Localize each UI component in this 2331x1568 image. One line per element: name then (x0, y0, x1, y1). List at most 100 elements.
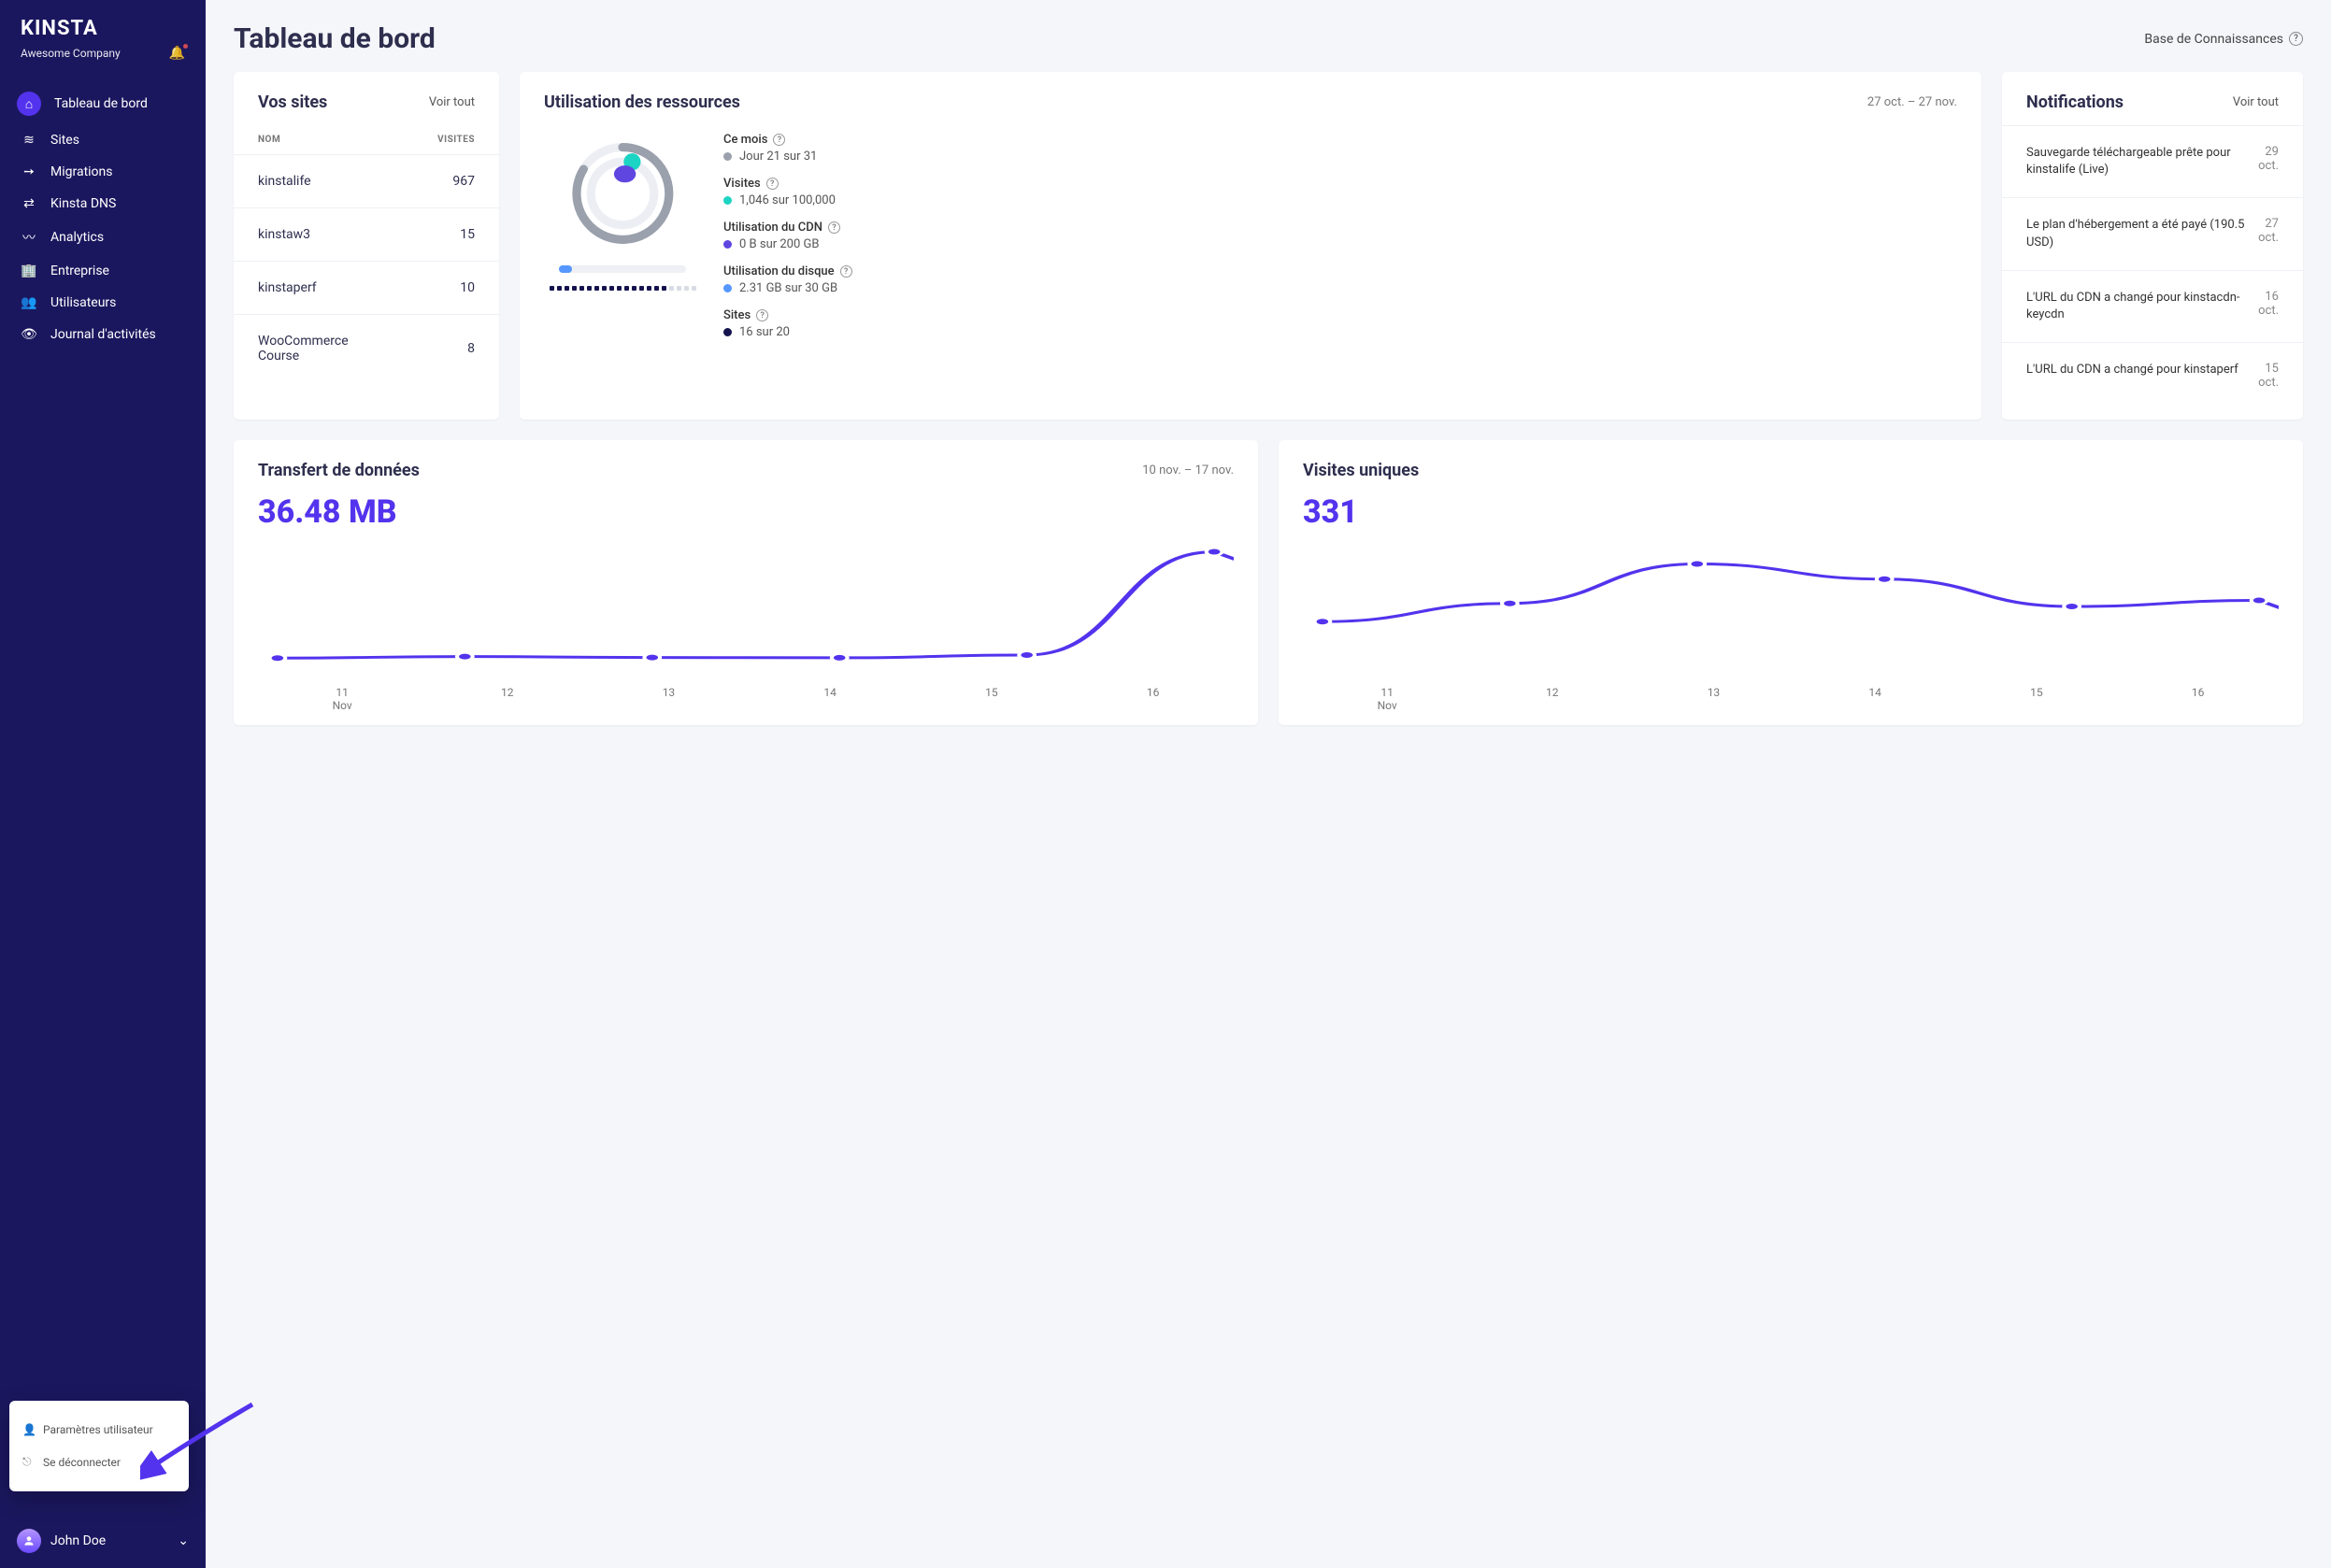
nav-label: Migrations (50, 164, 113, 179)
usage-item-title: Utilisation du CDN ? (723, 221, 1957, 235)
nav-analytics[interactable]: 〰 Analytics (0, 220, 206, 255)
nav-list: ⌂ Tableau de bord ≋Sites ➙ Migrations ⇄ Kin… (0, 79, 206, 354)
notification-date: 27oct. (2258, 217, 2279, 250)
transfer-title: Transfert de données (258, 461, 420, 480)
help-icon[interactable]: ? (828, 221, 840, 234)
help-icon: ? (2289, 32, 2303, 46)
usage-list: Ce mois ?Jour 21 sur 31Visites ?1,046 su… (723, 133, 1957, 352)
eye-icon: 👁 (21, 327, 37, 342)
x-tick: 16 (2192, 686, 2205, 712)
transfer-range: 10 nov. – 17 nov. (1142, 463, 1234, 478)
x-tick: 12 (1546, 686, 1559, 712)
nav-sites[interactable]: ≋Sites (0, 124, 206, 156)
usage-item-value: 16 sur 20 (723, 325, 1957, 339)
site-visits: 8 (413, 315, 499, 383)
migrations-icon: ➙ (21, 164, 37, 179)
user-name: John Doe (50, 1533, 106, 1548)
usage-item: Utilisation du CDN ? 0 B sur 200 GB (723, 221, 1957, 251)
transfer-xaxis: 11Nov1213141516 (234, 680, 1258, 718)
help-icon[interactable]: ? (766, 178, 779, 190)
table-row[interactable]: kinstaperf10 (234, 262, 499, 315)
notification-item[interactable]: Le plan d'hébergement a été payé (190.5 … (2002, 197, 2303, 269)
nav-dashboard[interactable]: ⌂ Tableau de bord (0, 83, 206, 124)
usage-item: Sites ? 16 sur 20 (723, 308, 1957, 339)
popup-logout[interactable]: ⎋ Se déconnecter (9, 1446, 189, 1478)
main: Tableau de bord Base de Connaissances? V… (206, 0, 2331, 1568)
sites-view-all[interactable]: Voir tout (429, 95, 475, 109)
usage-item-title: Sites ? (723, 308, 1957, 322)
usage-item-value: 1,046 sur 100,000 (723, 193, 1957, 207)
company-name: Awesome Company (21, 47, 121, 60)
help-icon[interactable]: ? (773, 134, 785, 146)
notification-item[interactable]: Sauvegarde téléchargeable prête pour kin… (2002, 125, 2303, 197)
notification-date: 16oct. (2258, 290, 2279, 323)
usage-item-value: 2.31 GB sur 30 GB (723, 281, 1957, 295)
notification-item[interactable]: L'URL du CDN a changé pour kinstacdn-key… (2002, 270, 2303, 342)
help-icon[interactable]: ? (840, 265, 852, 278)
user-bar[interactable]: John Doe ⌄ (0, 1514, 206, 1568)
nav-label: Tableau de bord (54, 96, 148, 111)
table-row[interactable]: kinstalife967 (234, 155, 499, 208)
nav-dns[interactable]: ⇄ Kinsta DNS (0, 188, 206, 220)
nav-label: Analytics (50, 230, 104, 245)
notification-text: Sauvegarde téléchargeable prête pour kin… (2026, 145, 2245, 178)
knowledge-base-link[interactable]: Base de Connaissances? (2144, 32, 2303, 47)
company-row: Awesome Company 🔔 (0, 46, 206, 79)
notification-date: 15oct. (2258, 362, 2279, 390)
analytics-icon: 〰 (21, 228, 37, 247)
nav-users[interactable]: 👥Utilisateurs (0, 287, 206, 319)
nav-activity[interactable]: 👁 Journal d'activités (0, 319, 206, 350)
notification-text: Le plan d'hébergement a été payé (190.5 … (2026, 217, 2245, 250)
nav-label: Sites (50, 133, 79, 148)
nav-label: Kinsta DNS (50, 196, 116, 211)
visits-chart (1303, 536, 2279, 677)
x-tick: 11Nov (333, 686, 352, 712)
x-tick: 13 (1708, 686, 1721, 712)
logout-icon: ⎋ (22, 1455, 36, 1469)
notification-text: L'URL du CDN a changé pour kinstaperf (2026, 362, 2238, 390)
col-visits: VISITES (413, 125, 499, 155)
bell-icon[interactable]: 🔔 (169, 46, 185, 61)
notification-item[interactable]: L'URL du CDN a changé pour kinstaperf 15o… (2002, 342, 2303, 408)
sites-table: NOM VISITES kinstalife967kinstaw315kinst… (234, 125, 499, 382)
help-icon[interactable]: ? (756, 309, 768, 321)
usage-item-value: Jour 21 sur 31 (723, 150, 1957, 164)
usage-range: 27 oct. – 27 nov. (1867, 95, 1957, 109)
table-row[interactable]: kinstaw315 (234, 208, 499, 262)
visits-xaxis: 11Nov1213141516 (1279, 680, 2303, 718)
site-visits: 10 (413, 262, 499, 315)
notification-date: 29oct. (2258, 145, 2279, 178)
usage-item-title: Visites ? (723, 177, 1957, 191)
site-visits: 967 (413, 155, 499, 208)
notif-view-all[interactable]: Voir tout (2233, 95, 2279, 109)
building-icon: 🏢 (21, 264, 37, 278)
x-tick: 16 (1147, 686, 1160, 712)
page-header: Tableau de bord Base de Connaissances? (234, 22, 2303, 55)
x-tick: 14 (823, 686, 837, 712)
table-row[interactable]: WooCommerce Course8 (234, 315, 499, 383)
nav-entreprise[interactable]: 🏢 Entreprise (0, 255, 206, 287)
usage-card: Utilisation des ressources 27 oct. – 27 … (520, 72, 1981, 420)
usage-title: Utilisation des ressources (544, 93, 740, 112)
usage-item-value: 0 B sur 200 GB (723, 237, 1957, 251)
user-popup: 👤 Paramètres utilisateur ⎋ Se déconnecte… (9, 1401, 189, 1491)
popup-label: Se déconnecter (43, 1456, 121, 1469)
disk-bar (559, 265, 686, 273)
transfer-chart (258, 536, 1234, 677)
notif-title: Notifications (2026, 93, 2124, 112)
nav-label: Journal d'activités (50, 327, 156, 342)
site-name: kinstaw3 (234, 208, 413, 262)
popup-user-settings[interactable]: 👤 Paramètres utilisateur (9, 1414, 189, 1446)
home-icon: ⌂ (21, 96, 37, 112)
nav-label: Entreprise (50, 264, 109, 278)
x-tick: 15 (985, 686, 998, 712)
x-tick: 14 (1868, 686, 1881, 712)
dns-icon: ⇄ (21, 196, 37, 211)
col-name: NOM (234, 125, 413, 155)
users-icon: 👥 (21, 295, 37, 310)
nav-migrations[interactable]: ➙ Migrations (0, 156, 206, 188)
visits-value: 331 (1279, 493, 2303, 536)
visits-title: Visites uniques (1303, 461, 1419, 480)
sites-title: Vos sites (258, 93, 327, 112)
chevron-down-icon: ⌄ (178, 1533, 189, 1548)
